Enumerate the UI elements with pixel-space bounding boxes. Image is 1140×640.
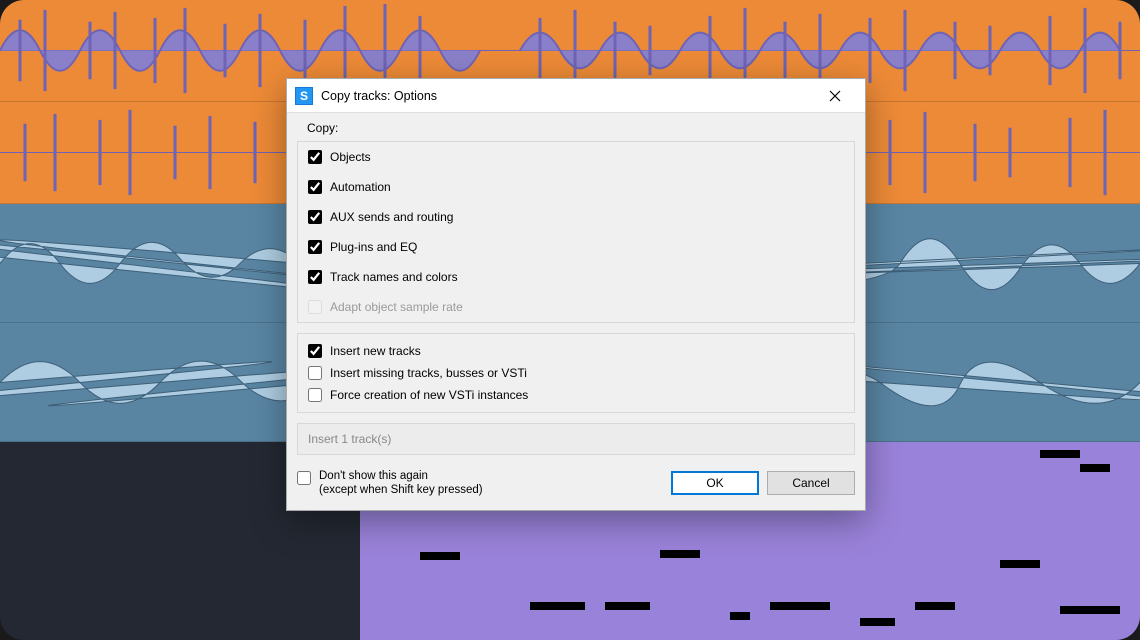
app-icon: S <box>295 87 313 105</box>
insert-options-panel: Insert new tracks Insert missing tracks,… <box>297 333 855 413</box>
close-button[interactable] <box>813 81 857 111</box>
checkbox-input[interactable] <box>308 240 322 254</box>
dialog-title: Copy tracks: Options <box>321 89 813 103</box>
checkbox-input[interactable] <box>308 210 322 224</box>
checkbox-label: Objects <box>330 150 371 164</box>
checkbox-input[interactable] <box>297 471 311 485</box>
checkbox-label: Track names and colors <box>330 270 458 284</box>
checkbox-input[interactable] <box>308 180 322 194</box>
checkbox-input[interactable] <box>308 150 322 164</box>
copy-tracks-options-dialog: S Copy tracks: Options Copy: Objects Aut… <box>286 78 866 511</box>
checkbox-label: AUX sends and routing <box>330 210 453 224</box>
checkbox-label: Plug-ins and EQ <box>330 240 417 254</box>
titlebar[interactable]: S Copy tracks: Options <box>287 79 865 113</box>
checkbox-label: Insert missing tracks, busses or VSTi <box>330 366 527 380</box>
checkbox-label: Force creation of new VSTi instances <box>330 388 528 402</box>
checkbox-label: Automation <box>330 180 391 194</box>
copy-options-panel: Objects Automation AUX sends and routing… <box>297 141 855 323</box>
checkbox-objects[interactable]: Objects <box>298 142 854 172</box>
checkbox-insert-missing[interactable]: Insert missing tracks, busses or VSTi <box>298 362 854 384</box>
checkbox-plugins-eq[interactable]: Plug-ins and EQ <box>298 232 854 262</box>
checkbox-label: Adapt object sample rate <box>330 300 463 314</box>
checkbox-insert-new-tracks[interactable]: Insert new tracks <box>298 340 854 362</box>
checkbox-force-vsti[interactable]: Force creation of new VSTi instances <box>298 384 854 406</box>
checkbox-automation[interactable]: Automation <box>298 172 854 202</box>
checkbox-input[interactable] <box>308 270 322 284</box>
copy-section-label: Copy: <box>297 117 855 141</box>
status-text: Insert 1 track(s) <box>297 423 855 455</box>
dont-show-line2: (except when Shift key pressed) <box>319 484 483 496</box>
cancel-button[interactable]: Cancel <box>767 471 855 495</box>
checkbox-input[interactable] <box>308 366 322 380</box>
ok-button[interactable]: OK <box>671 471 759 495</box>
close-icon <box>829 90 841 102</box>
checkbox-track-names-colors[interactable]: Track names and colors <box>298 262 854 292</box>
checkbox-aux-sends[interactable]: AUX sends and routing <box>298 202 854 232</box>
checkbox-dont-show-again[interactable]: Don't show this again (except when Shift… <box>297 469 483 498</box>
checkbox-input[interactable] <box>308 388 322 402</box>
checkbox-input[interactable] <box>308 344 322 358</box>
dont-show-line1: Don't show this again <box>319 470 428 482</box>
checkbox-adapt-sample-rate: Adapt object sample rate <box>298 292 854 322</box>
checkbox-input <box>308 300 322 314</box>
checkbox-label: Insert new tracks <box>330 344 421 358</box>
